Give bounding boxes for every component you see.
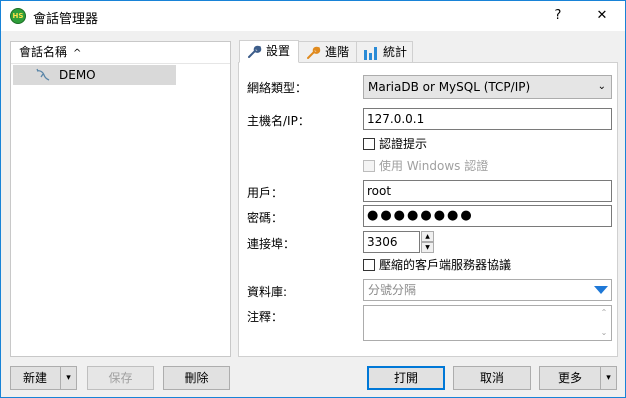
tab-settings-label: 設置 <box>266 44 291 58</box>
checkbox-box <box>363 259 375 271</box>
more-button[interactable]: 更多 ▾ <box>539 366 617 390</box>
network-type-value: MariaDB or MySQL (TCP/IP) <box>368 80 531 94</box>
tab-statistics-label: 統計 <box>383 45 408 59</box>
chevron-down-icon: ⌄ <box>597 81 606 92</box>
tab-advanced[interactable]: 進階 <box>298 41 357 63</box>
password-input[interactable]: ●●●●●●●● <box>363 205 612 227</box>
scroll-up-icon[interactable]: ⌃ <box>597 308 611 317</box>
wrench-orange-icon <box>307 46 321 59</box>
close-button[interactable]: ✕ <box>580 1 624 31</box>
mysql-dolphin-icon <box>36 68 50 81</box>
new-button-label: 新建 <box>23 371 48 385</box>
port-decrement-icon[interactable]: ▼ <box>421 242 434 253</box>
more-dropdown-arrow-icon[interactable]: ▾ <box>600 367 616 389</box>
session-manager-window: HS 會話管理器 ? ✕ 會話名稱 ^ DEMO 新建 ▾ 保存 刪除 設置 進階 <box>0 0 626 398</box>
window-title: 會話管理器 <box>33 12 99 27</box>
database-input[interactable]: 分號分隔 <box>363 279 612 301</box>
prompt-credentials-label: 認證提示 <box>379 137 428 151</box>
checkbox-box <box>363 138 375 150</box>
scroll-down-icon[interactable]: ⌄ <box>597 328 611 337</box>
settings-panel: 網絡類型： MariaDB or MySQL (TCP/IP) ⌄ 主機名/IP… <box>238 62 618 357</box>
user-input[interactable]: root <box>363 180 612 202</box>
title-bar: HS 會話管理器 ? ✕ <box>1 1 625 31</box>
cancel-button[interactable]: 取消 <box>453 366 531 390</box>
comment-textarea[interactable]: ⌃ ⌄ <box>363 305 612 341</box>
port-increment-icon[interactable]: ▲ <box>421 231 434 242</box>
open-button[interactable]: 打開 <box>367 366 445 390</box>
tab-advanced-label: 進階 <box>325 45 350 59</box>
memo-scrollbar[interactable]: ⌃ ⌄ <box>597 306 611 340</box>
network-type-label: 網絡類型： <box>247 81 308 95</box>
new-session-button[interactable]: 新建 ▾ <box>10 366 77 390</box>
session-tree[interactable]: 會話名稱 ^ DEMO <box>10 41 231 357</box>
help-button[interactable]: ? <box>536 1 580 31</box>
delete-button[interactable]: 刪除 <box>163 366 230 390</box>
more-button-label: 更多 <box>558 371 583 385</box>
network-type-select[interactable]: MariaDB or MySQL (TCP/IP) ⌄ <box>363 75 612 99</box>
windows-auth-label: 使用 Windows 認證 <box>379 159 489 173</box>
compressed-protocol-label: 壓縮的客戶端服務器協議 <box>379 258 512 272</box>
host-label: 主機名/IP： <box>247 114 310 128</box>
comment-label: 注釋： <box>247 310 284 324</box>
checkbox-box <box>363 160 375 172</box>
tree-column-header[interactable]: 會話名稱 ^ <box>11 42 230 64</box>
wrench-icon <box>248 45 262 58</box>
new-dropdown-arrow-icon[interactable]: ▾ <box>60 367 76 389</box>
tree-header-label: 會話名稱 <box>19 45 68 59</box>
session-item-demo[interactable]: DEMO <box>13 65 176 85</box>
dropdown-triangle-icon[interactable] <box>594 286 608 294</box>
bar-chart-icon <box>364 47 377 60</box>
port-input[interactable]: 3306 <box>363 231 420 253</box>
database-label: 資料庫: <box>247 285 288 299</box>
tab-statistics[interactable]: 統計 <box>356 41 413 63</box>
heidisql-app-icon: HS <box>10 8 26 24</box>
password-label: 密碼： <box>247 211 284 225</box>
host-input[interactable]: 127.0.0.1 <box>363 108 612 130</box>
database-placeholder: 分號分隔 <box>368 283 417 297</box>
sort-ascending-icon: ^ <box>73 48 82 59</box>
user-label: 用戶： <box>247 186 284 200</box>
save-button[interactable]: 保存 <box>87 366 154 390</box>
session-item-label: DEMO <box>59 68 96 82</box>
port-label: 連接埠： <box>247 237 296 251</box>
tab-settings[interactable]: 設置 <box>239 40 299 63</box>
